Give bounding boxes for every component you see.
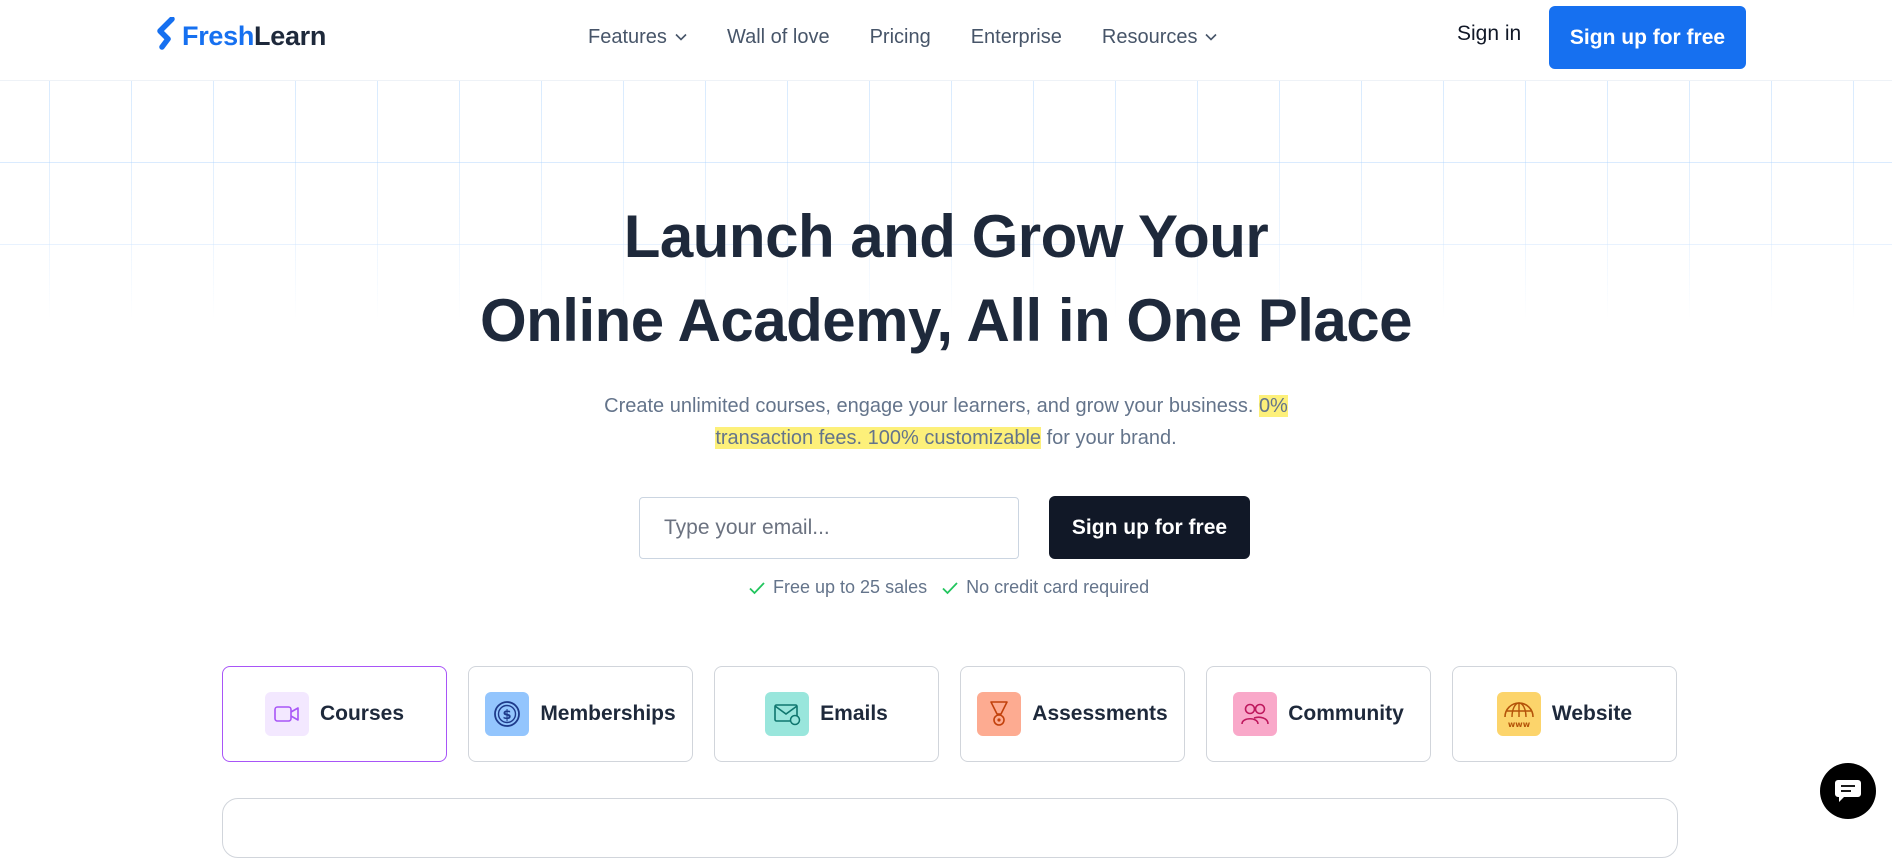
logo[interactable]: FreshLearn xyxy=(156,16,326,56)
sign-in-link[interactable]: Sign in xyxy=(1457,22,1521,46)
benefit-item: No credit card required xyxy=(941,577,1149,598)
top-navbar: FreshLearn Features Wall of love Pricing… xyxy=(0,0,1892,81)
chat-bubble-icon xyxy=(1835,780,1861,802)
nav-item-label: Features xyxy=(588,25,667,48)
chevron-down-icon xyxy=(1205,33,1218,41)
hero-subtitle: Create unlimited courses, engage your le… xyxy=(560,390,1332,454)
globe-www-icon: www xyxy=(1496,692,1541,736)
nav-item-features[interactable]: Features xyxy=(588,26,687,49)
nav-item-label: Pricing xyxy=(869,25,931,48)
dollar-coin-icon: $ xyxy=(485,692,530,736)
tab-label: Assessments xyxy=(1032,702,1168,725)
tab-label: Courses xyxy=(319,702,405,725)
check-icon xyxy=(749,581,765,594)
nav-item-resources[interactable]: Resources xyxy=(1102,26,1218,49)
hero-title-line2: Online Academy, All in One Place xyxy=(479,287,1413,354)
tab-courses[interactable]: Courses xyxy=(222,666,447,762)
header-signup-button[interactable]: Sign up for free xyxy=(1549,6,1746,69)
tab-label: Emails xyxy=(820,702,888,725)
benefit-text: Free up to 25 sales xyxy=(773,577,928,597)
email-input[interactable] xyxy=(639,497,1019,559)
tab-community[interactable]: Community xyxy=(1206,666,1431,762)
check-icon xyxy=(942,581,958,594)
chevron-down-icon xyxy=(675,33,687,41)
tab-label: Community xyxy=(1288,702,1404,725)
users-icon xyxy=(1233,692,1278,736)
tab-label: Memberships xyxy=(540,702,676,725)
hero-title-line1: Launch and Grow Your xyxy=(623,203,1269,270)
hero: Launch and Grow Your Online Academy, All… xyxy=(0,195,1892,363)
subtitle-text: Create unlimited courses, engage your le… xyxy=(604,395,1259,417)
svg-text:$: $ xyxy=(503,708,512,723)
tab-label: Website xyxy=(1551,702,1633,725)
feature-preview-panel xyxy=(222,798,1678,858)
hero-title: Launch and Grow Your Online Academy, All… xyxy=(0,195,1892,363)
svg-text:www: www xyxy=(1508,720,1531,729)
main-nav: Features Wall of love Pricing Enterprise… xyxy=(588,22,1257,52)
benefit-text: No credit card required xyxy=(966,577,1150,597)
signup-benefits: Free up to 25 sales No credit card requi… xyxy=(748,577,1163,598)
freshlearn-logo-icon xyxy=(157,17,175,50)
nav-item-enterprise[interactable]: Enterprise xyxy=(971,26,1062,49)
hero-signup-button[interactable]: Sign up for free xyxy=(1049,496,1250,559)
tab-assessments[interactable]: Assessments xyxy=(960,666,1185,762)
tab-memberships[interactable]: $ Memberships xyxy=(468,666,693,762)
tab-website[interactable]: www Website xyxy=(1452,666,1677,762)
video-camera-icon xyxy=(264,692,309,736)
chat-widget-button[interactable] xyxy=(1820,763,1876,819)
benefit-item: Free up to 25 sales xyxy=(748,577,927,598)
nav-item-label: Wall of love xyxy=(726,25,830,48)
nav-item-label: Enterprise xyxy=(970,25,1062,48)
subtitle-tail: for your brand. xyxy=(1041,427,1177,449)
trophy-icon xyxy=(977,692,1022,736)
nav-item-label: Resources xyxy=(1101,25,1198,48)
feature-tabs: Courses $ Memberships Emails Assessments… xyxy=(222,666,1698,762)
nav-item-wall-of-love[interactable]: Wall of love xyxy=(727,26,830,49)
nav-item-pricing[interactable]: Pricing xyxy=(870,26,931,49)
tab-emails[interactable]: Emails xyxy=(714,666,939,762)
logo-text: FreshLearn xyxy=(182,20,327,51)
envelope-icon xyxy=(765,692,810,736)
